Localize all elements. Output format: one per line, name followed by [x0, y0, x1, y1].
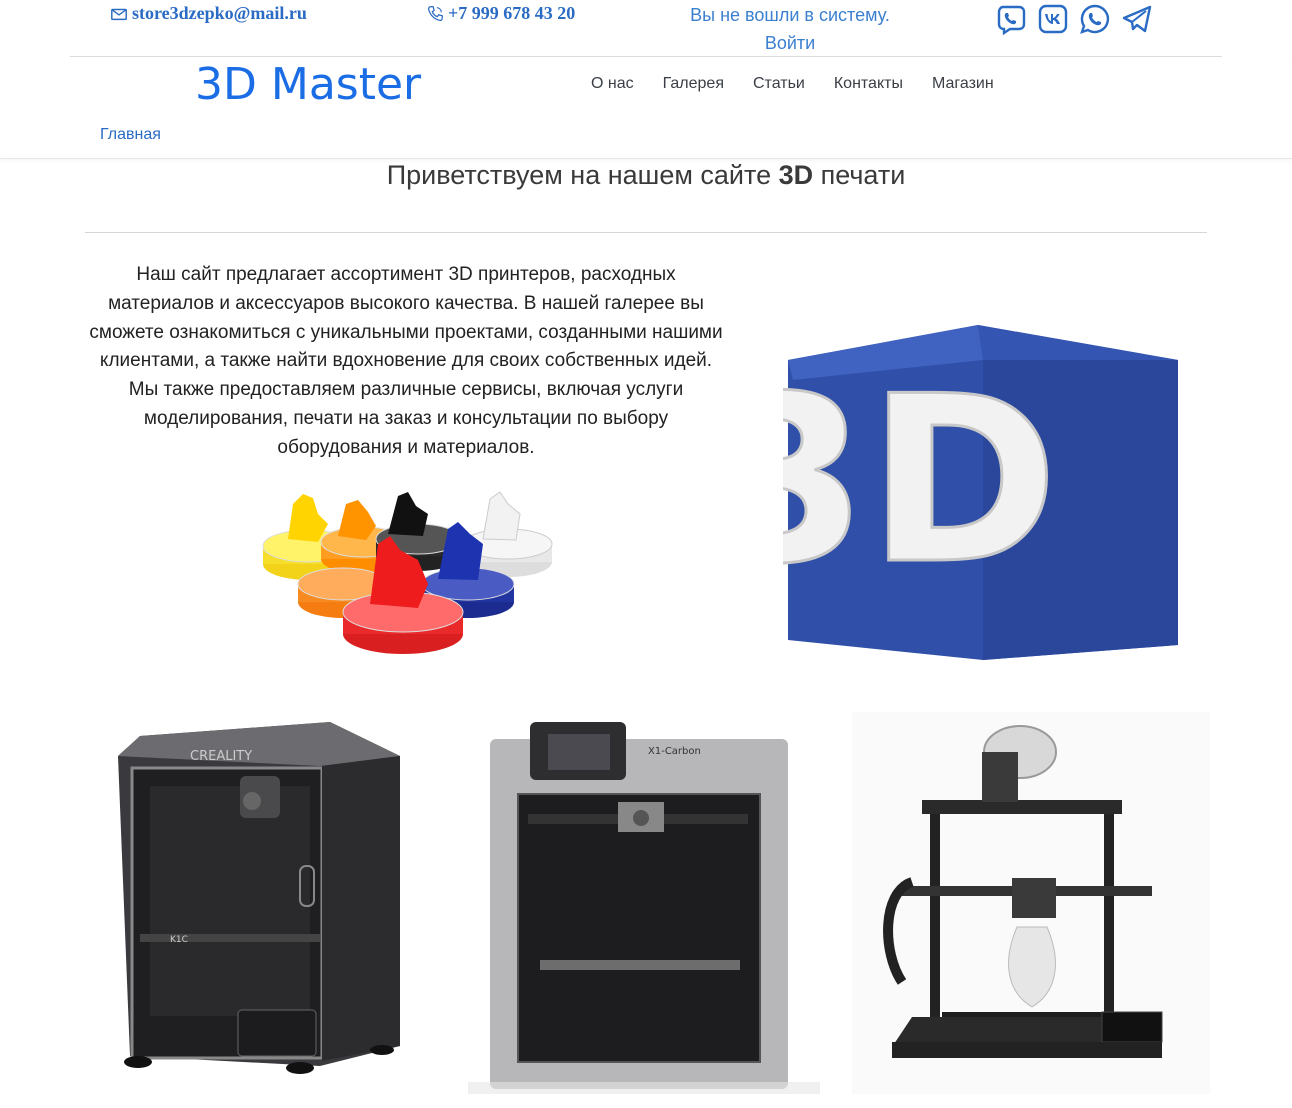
nav-item-gallery[interactable]: Галерея	[663, 75, 724, 93]
title-highlight: 3D	[778, 160, 814, 190]
nav-item-about[interactable]: О нас	[591, 75, 634, 93]
printer1-brand-label: CREALITY	[190, 749, 252, 764]
page-title: Приветствуем на нашем сайте 3D печати	[0, 160, 1292, 191]
auth-status: Вы не вошли в систему. Войти	[640, 1, 940, 57]
section-divider	[85, 232, 1207, 233]
auth-status-text: Вы не вошли в систему.	[690, 5, 890, 25]
intro-text: Наш сайт предлагает ассортимент 3D принт…	[89, 264, 723, 458]
telegram-icon[interactable]	[1120, 2, 1154, 36]
nav-item-home[interactable]: Главная	[100, 126, 161, 144]
login-link[interactable]: Войти	[640, 29, 940, 57]
site-logo[interactable]: 3D Master	[195, 59, 421, 110]
phone-text: +7 999 678 43 20	[448, 3, 576, 23]
email-text: store3dzepko@mail.ru	[132, 3, 307, 23]
phone-icon	[427, 5, 443, 21]
printer-k1c-image: K1C CREALITY	[118, 722, 400, 1074]
site-header: 3D Master О нас Галерея Статьи Контакты …	[0, 57, 1292, 159]
main-nav: О нас Галерея Статьи Контакты Магазин	[591, 75, 994, 93]
filament-spools-image	[262, 491, 553, 654]
whatsapp-icon[interactable]	[1078, 2, 1112, 36]
3d-cube-image: 3D	[783, 325, 1178, 660]
cube-text: 3D	[783, 348, 1058, 615]
nav-item-shop[interactable]: Магазин	[932, 75, 994, 93]
printer-x1-carbon-image: X1-Carbon	[468, 722, 820, 1094]
mail-icon	[111, 8, 127, 20]
social-links	[994, 2, 1154, 36]
email-contact[interactable]: store3dzepko@mail.ru	[110, 3, 307, 24]
printer2-model-label: X1-Carbon	[648, 746, 701, 757]
nav-item-articles[interactable]: Статьи	[753, 75, 805, 93]
viber-icon[interactable]	[994, 2, 1028, 36]
title-prefix: Приветствуем на нашем сайте	[386, 160, 779, 190]
printer-ender3-image	[852, 712, 1210, 1094]
vk-icon[interactable]	[1036, 2, 1070, 36]
phone-contact[interactable]: +7 999 678 43 20	[426, 3, 575, 24]
nav-item-contacts[interactable]: Контакты	[834, 75, 903, 93]
top-contact-bar: store3dzepko@mail.ru +7 999 678 43 20 Вы…	[0, 0, 1292, 57]
title-suffix: печати	[813, 160, 906, 190]
printer1-model-label: K1C	[170, 935, 188, 945]
